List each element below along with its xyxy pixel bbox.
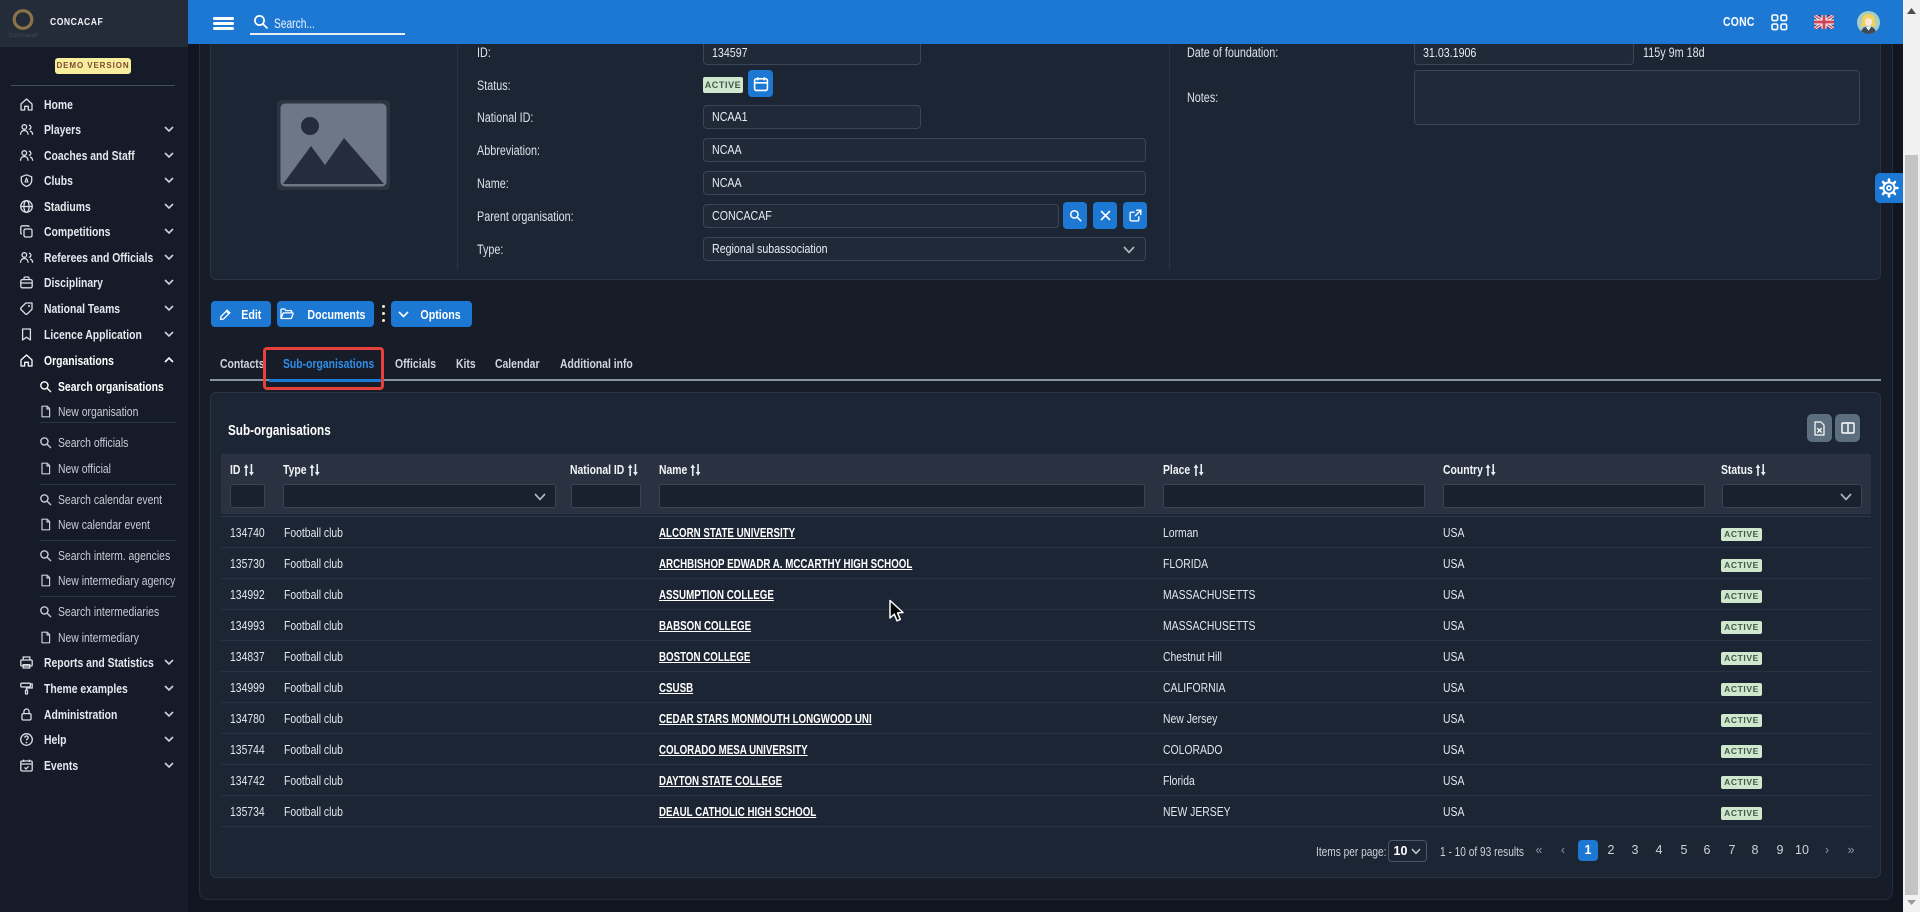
svg-text:Concacaf: Concacaf <box>8 32 38 39</box>
